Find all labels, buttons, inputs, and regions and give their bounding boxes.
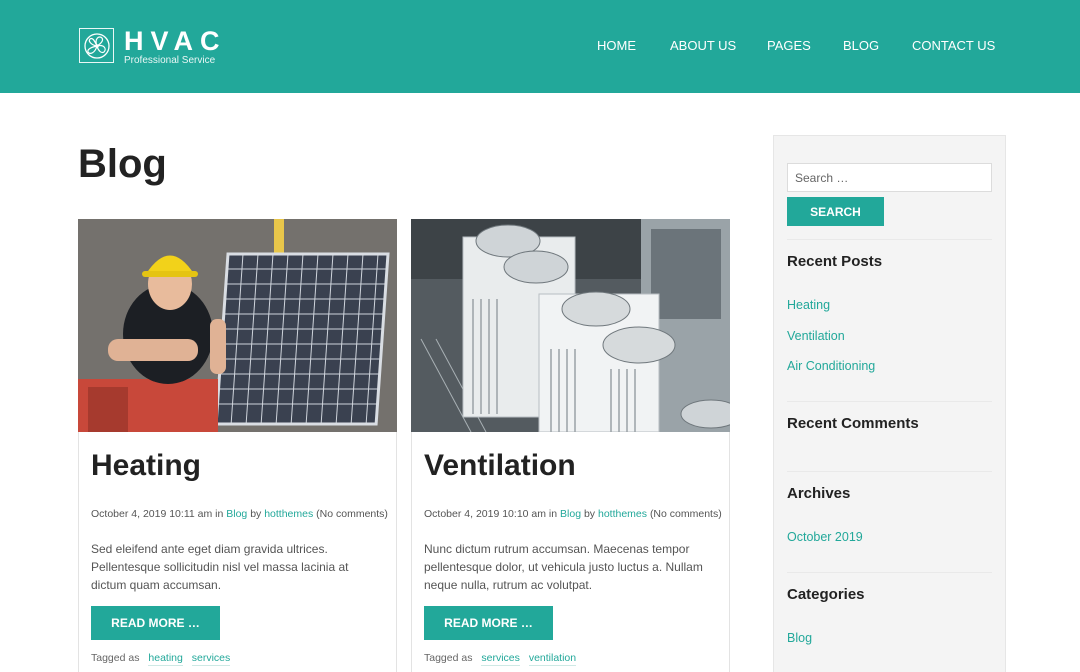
- meta-in-word: in: [215, 508, 224, 520]
- tagged-as-label: Tagged as: [91, 652, 140, 664]
- archives-heading: Archives: [787, 485, 851, 502]
- archive-link-october-2019[interactable]: October 2019: [787, 529, 863, 545]
- categories-heading: Categories: [787, 586, 865, 603]
- divider: [787, 572, 992, 573]
- nav-about-us[interactable]: ABOUT US: [670, 37, 736, 55]
- post-date: October 4, 2019 10:10 am: [424, 508, 546, 520]
- nav-pages[interactable]: PAGES: [767, 37, 811, 55]
- tagged-as-label: Tagged as: [424, 652, 473, 664]
- post-image-heating[interactable]: [78, 219, 397, 432]
- post-title[interactable]: Heating: [91, 448, 201, 484]
- brand-tagline: Professional Service: [124, 55, 216, 66]
- post-comments-count: (No comments): [316, 508, 388, 520]
- tag-link[interactable]: services: [481, 652, 520, 666]
- recent-post-link-ventilation[interactable]: Ventilation: [787, 328, 845, 344]
- post-image-ventilation[interactable]: [411, 219, 730, 432]
- category-link-blog[interactable]: Blog: [787, 630, 812, 646]
- post-card-heating: Heating October 4, 2019 10:11 am in Blog…: [78, 219, 397, 672]
- post-author-link[interactable]: hotthemes: [598, 508, 647, 520]
- read-more-button[interactable]: READ MORE …: [91, 606, 220, 640]
- tag-link[interactable]: heating: [148, 652, 183, 666]
- recent-comments-heading: Recent Comments: [787, 415, 919, 432]
- nav-contact-us[interactable]: CONTACT US: [912, 37, 995, 55]
- meta-by-word: by: [583, 508, 596, 520]
- site-header: HVAC Professional Service HOME ABOUT US …: [0, 0, 1080, 93]
- sidebar: SEARCH Recent Posts Heating Ventilation …: [773, 135, 1006, 672]
- search-input[interactable]: [787, 163, 992, 192]
- read-more-button[interactable]: READ MORE …: [424, 606, 553, 640]
- tag-link[interactable]: services: [191, 652, 231, 666]
- recent-posts-heading: Recent Posts: [787, 253, 883, 270]
- post-meta: October 4, 2019 10:11 am in Blog by hott…: [91, 507, 388, 521]
- post-tags: Tagged as heating services: [91, 651, 231, 666]
- page-title: Blog: [78, 142, 167, 186]
- post-comments-count: (No comments): [649, 508, 722, 520]
- post-title[interactable]: Ventilation: [424, 448, 576, 484]
- divider: [787, 401, 992, 402]
- post-excerpt: Sed eleifend ante eget diam gravida ultr…: [91, 542, 349, 592]
- post-date: October 4, 2019 10:11 am: [91, 508, 213, 520]
- post-meta: October 4, 2019 10:10 am in Blog by hott…: [424, 507, 722, 521]
- post-tags: Tagged as services ventilation: [424, 651, 577, 666]
- nav-blog[interactable]: BLOG: [843, 37, 879, 55]
- search-button[interactable]: SEARCH: [787, 197, 884, 226]
- post-excerpt: Nunc dictum rutrum accumsan. Maecenas te…: [424, 542, 703, 592]
- tag-link[interactable]: ventilation: [528, 652, 577, 666]
- post-category-link[interactable]: Blog: [560, 508, 581, 520]
- post-author-link[interactable]: hotthemes: [264, 508, 313, 520]
- divider: [787, 471, 992, 472]
- meta-in-word: in: [548, 508, 558, 520]
- post-category-link[interactable]: Blog: [226, 508, 247, 520]
- meta-by-word: by: [250, 508, 262, 520]
- main-nav: HOME ABOUT US PAGES BLOG CONTACT US: [0, 37, 1080, 55]
- post-card-ventilation: Ventilation October 4, 2019 10:10 am in …: [411, 219, 730, 672]
- recent-post-link-air-conditioning[interactable]: Air Conditioning: [787, 358, 875, 374]
- recent-post-link-heating[interactable]: Heating: [787, 297, 830, 313]
- nav-home[interactable]: HOME: [597, 37, 636, 55]
- divider: [787, 239, 992, 240]
